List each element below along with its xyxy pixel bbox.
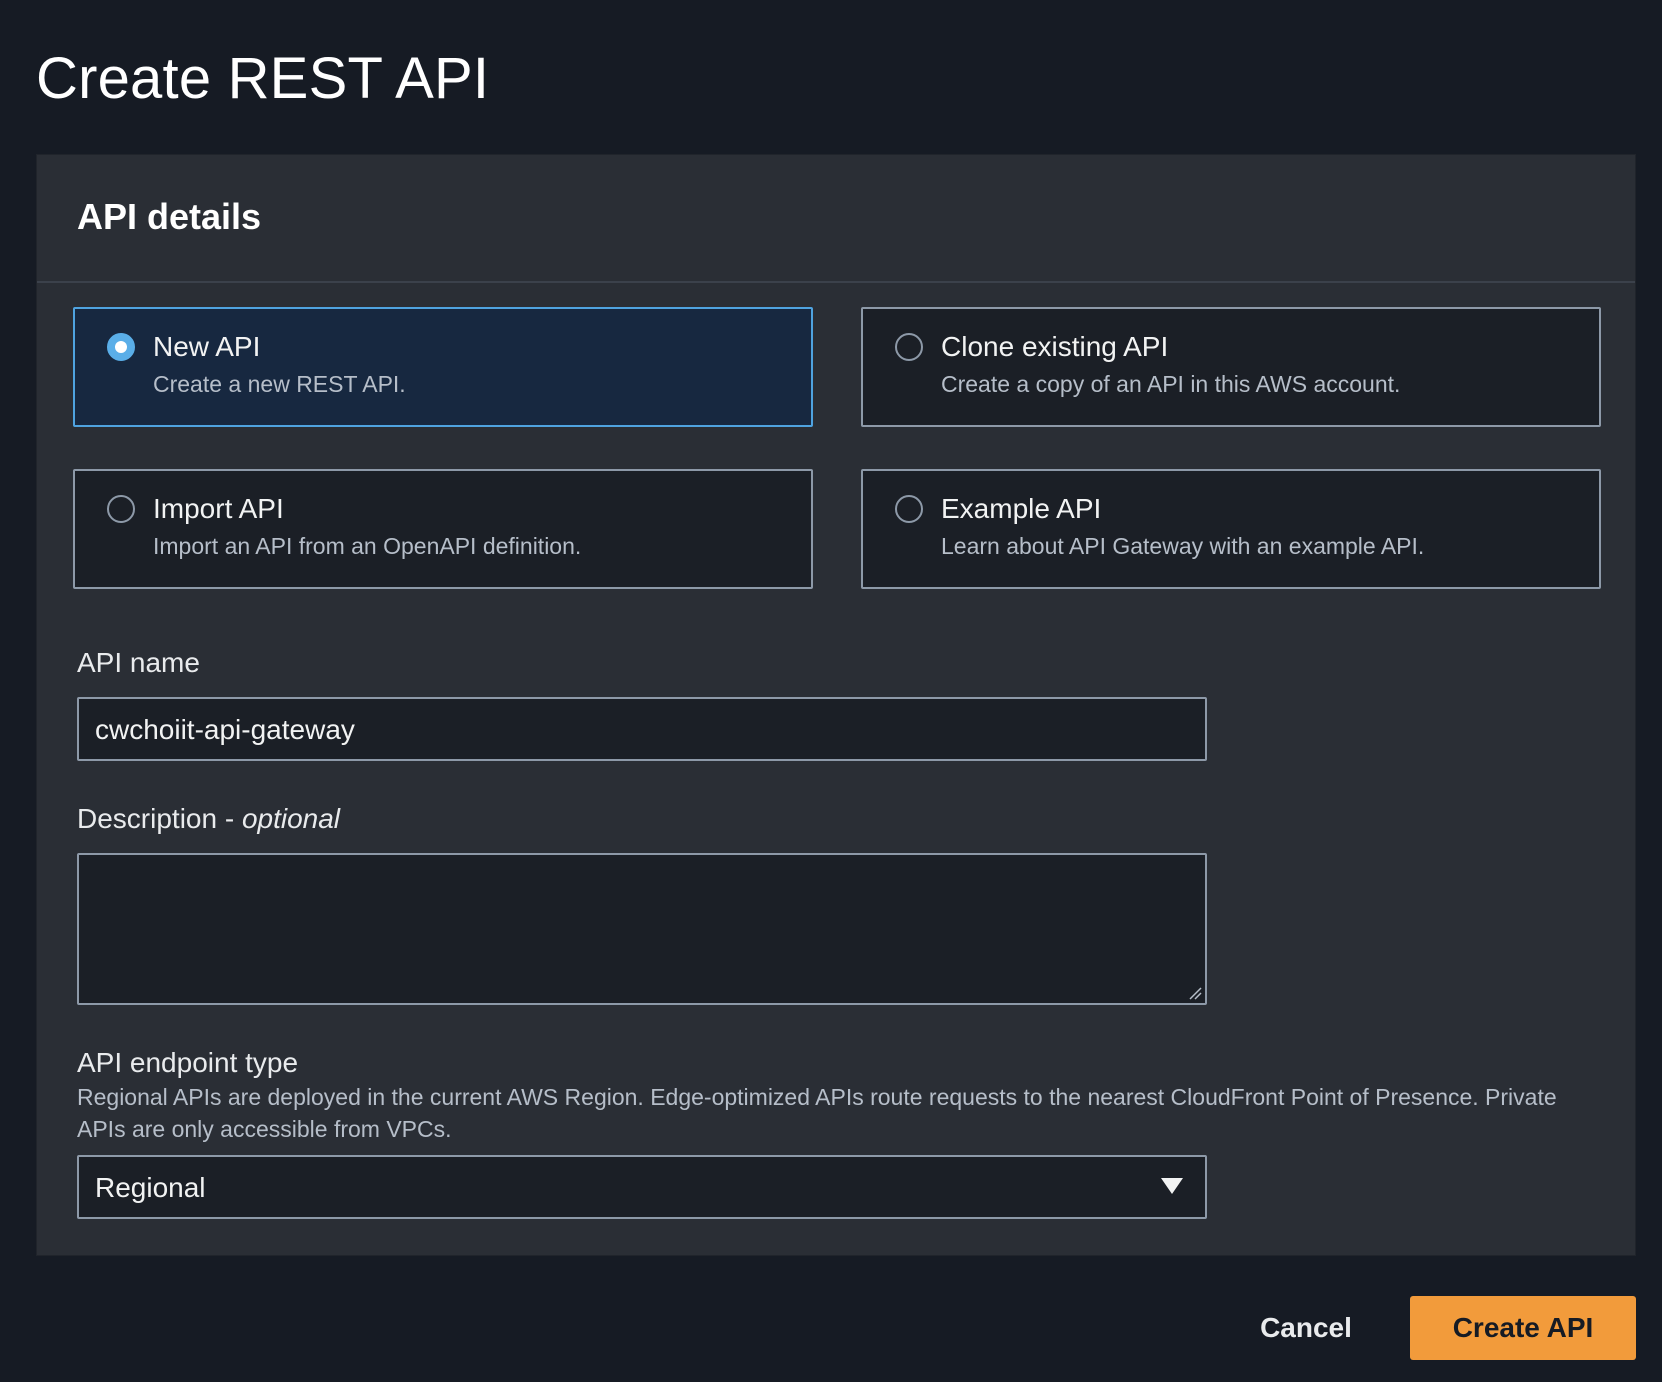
option-description: Create a new REST API. xyxy=(153,371,406,397)
option-import-api[interactable]: Import API Import an API from an OpenAPI… xyxy=(73,469,813,589)
option-title: New API xyxy=(153,331,261,362)
api-name-value: cwchoiit-api-gateway xyxy=(95,714,355,745)
option-title: Clone existing API xyxy=(941,331,1169,362)
option-clone-existing-api[interactable]: Clone existing API Create a copy of an A… xyxy=(861,307,1601,427)
api-name-label: API name xyxy=(77,647,200,678)
api-details-panel: API details New API Create a new REST AP… xyxy=(36,154,1636,1256)
option-new-api[interactable]: New API Create a new REST API. xyxy=(73,307,813,427)
option-description: Learn about API Gateway with an example … xyxy=(941,533,1425,559)
option-title: Import API xyxy=(153,493,284,524)
description-optional-tag: optional xyxy=(241,803,341,834)
endpoint-type-select[interactable]: Regional xyxy=(77,1155,1207,1219)
description-label-text: Description - xyxy=(77,803,242,834)
option-description: Create a copy of an API in this AWS acco… xyxy=(941,371,1401,397)
endpoint-type-value: Regional xyxy=(95,1172,206,1203)
option-example-api[interactable]: Example API Learn about API Gateway with… xyxy=(861,469,1601,589)
panel-header: API details xyxy=(37,155,1635,283)
api-name-input[interactable]: cwchoiit-api-gateway xyxy=(77,697,1207,761)
cancel-button[interactable]: Cancel xyxy=(1230,1296,1382,1360)
radio-unselected-icon[interactable] xyxy=(107,495,135,523)
resize-grip-icon[interactable] xyxy=(1188,986,1202,1000)
radio-selected-icon[interactable] xyxy=(107,333,135,361)
radio-unselected-icon[interactable] xyxy=(895,333,923,361)
create-api-button[interactable]: Create API xyxy=(1410,1296,1636,1360)
panel-title: API details xyxy=(77,196,262,237)
caret-down-icon xyxy=(1161,1178,1183,1194)
page-title: Create REST API xyxy=(36,46,490,111)
description-textarea[interactable] xyxy=(77,853,1207,1005)
endpoint-type-help: Regional APIs are deployed in the curren… xyxy=(77,1084,1557,1142)
radio-unselected-icon[interactable] xyxy=(895,495,923,523)
description-label: Description - optional xyxy=(77,801,340,837)
option-description: Import an API from an OpenAPI definition… xyxy=(153,533,582,559)
endpoint-type-label: API endpoint type xyxy=(77,1047,299,1078)
option-title: Example API xyxy=(941,493,1102,524)
